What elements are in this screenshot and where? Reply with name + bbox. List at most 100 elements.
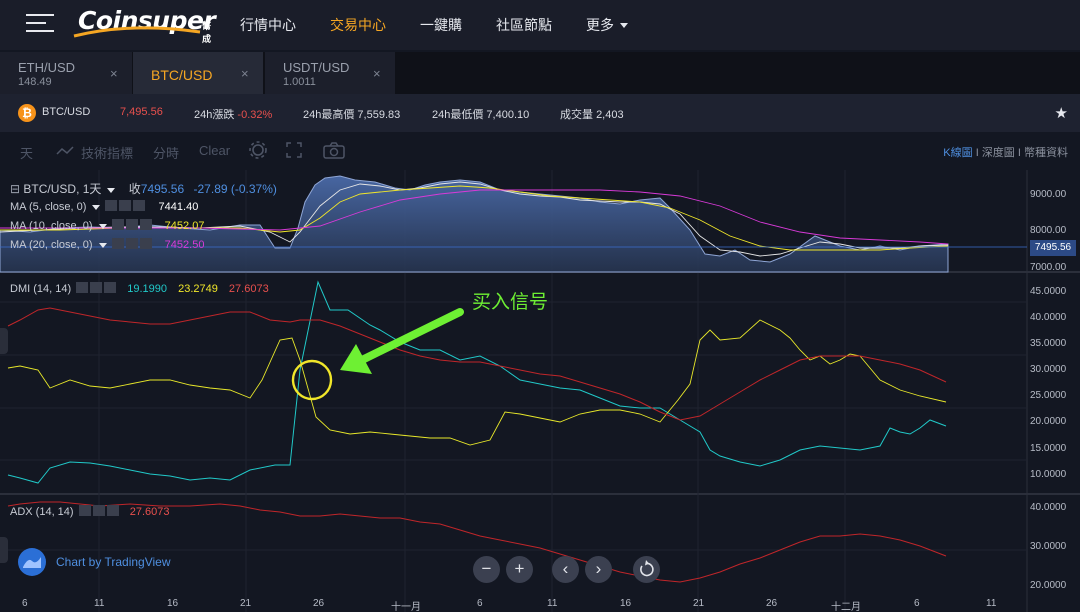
tab-name: BTC/USD	[151, 67, 213, 83]
close-value: 7495.56	[140, 182, 185, 196]
low-label: 24h最低價	[432, 109, 484, 121]
close-icon[interactable]	[133, 200, 146, 211]
eye-icon[interactable]	[76, 282, 89, 293]
eye-icon[interactable]	[111, 238, 124, 249]
tab-eth-usd[interactable]: ETH/USD 148.49 ×	[0, 52, 132, 94]
ticker-low: 24h最低價 7,400.10	[432, 106, 529, 122]
close-icon[interactable]: ×	[110, 66, 118, 81]
zoom-out-button[interactable]: −	[473, 556, 500, 583]
main-nav: 行情中心 交易中心 一鍵購 社區節點 更多	[240, 0, 662, 50]
last-price-tag: 7495.56	[1030, 240, 1076, 256]
interval-button[interactable]: 天	[20, 143, 33, 162]
left-panel-handle[interactable]	[0, 537, 8, 563]
collapse-icon[interactable]: ⊟	[10, 182, 20, 196]
dmi-adx-value: 27.6073	[228, 283, 269, 295]
dmi-minus-value: 23.2749	[178, 283, 218, 295]
scroll-left-button[interactable]: ‹	[552, 556, 579, 583]
time-tick: 16	[167, 598, 179, 609]
reset-button[interactable]	[633, 556, 660, 583]
close-icon[interactable]	[106, 505, 119, 516]
gear-icon[interactable]	[125, 238, 138, 249]
adx-legend[interactable]: ADX (14, 14) 27.6073	[10, 505, 169, 518]
time-tick: 11	[986, 598, 997, 609]
tab-btc-usd[interactable]: BTC/USD ×	[133, 52, 263, 94]
indicators-button[interactable]: 技術指標	[81, 143, 133, 162]
volume-label: 成交量	[560, 109, 593, 121]
adx-value: 27.6073	[129, 506, 170, 518]
ma20-legend[interactable]: MA (20, close, 0) 7452.50	[10, 238, 204, 251]
ma5-legend[interactable]: MA (5, close, 0) 7441.40	[10, 200, 198, 213]
price-tick: 9000.00	[1030, 189, 1067, 200]
dmi-tick: 25.0000	[1030, 390, 1067, 401]
dmi-tick: 35.0000	[1030, 338, 1067, 349]
app-root: Coinsuper 幣成 行情中心 交易中心 一鍵購 社區節點 更多 ETH/U…	[0, 0, 1080, 612]
depth-view-link[interactable]: 深度圖	[982, 147, 1015, 159]
chart-canvas[interactable]	[0, 170, 1080, 612]
view-separator: I	[1017, 147, 1021, 159]
star-icon[interactable]: ★	[1055, 104, 1068, 122]
close-icon[interactable]	[139, 219, 152, 230]
bitcoin-icon: ₿	[18, 104, 36, 122]
ma10-legend[interactable]: MA (10, close, 0) 7452.07	[10, 219, 204, 232]
low-value: 7,400.10	[486, 109, 530, 121]
dmi-adx-line	[7, 307, 947, 421]
dmi-minus-line	[7, 319, 947, 446]
tradingview-branding[interactable]: Chart by TradingView	[18, 548, 171, 576]
clear-button[interactable]: Clear	[199, 143, 230, 158]
menu-icon[interactable]	[26, 14, 54, 34]
gear-icon[interactable]	[90, 282, 103, 293]
eye-icon[interactable]	[105, 200, 118, 211]
close-icon[interactable]	[104, 282, 117, 293]
time-tick: 11	[94, 598, 105, 609]
volume-value: 2,403	[596, 109, 624, 121]
nav-market[interactable]: 行情中心	[240, 15, 296, 35]
kline-view-link[interactable]: K線圖	[943, 147, 972, 159]
nav-community[interactable]: 社區節點	[496, 15, 552, 35]
eye-icon[interactable]	[78, 505, 91, 516]
close-icon[interactable]: ×	[373, 66, 381, 81]
chevron-down-icon	[98, 224, 107, 229]
fullscreen-icon[interactable]	[286, 142, 302, 158]
gear-icon[interactable]	[92, 505, 105, 516]
change-label: 24h漲跌	[194, 109, 235, 121]
ticker-pair: BTC/USD	[42, 106, 91, 118]
tab-price: 1.0011	[283, 76, 316, 88]
timeline-button[interactable]: 分時	[153, 143, 179, 162]
pair-tabs: ETH/USD 148.49 × BTC/USD × USDT/USD 1.00…	[0, 52, 1080, 94]
scroll-right-button[interactable]: ›	[585, 556, 612, 583]
reset-icon	[640, 560, 654, 577]
camera-icon[interactable]	[323, 142, 345, 159]
tab-name: USDT/USD	[283, 60, 350, 75]
zoom-in-button[interactable]: +	[506, 556, 533, 583]
nav-more-label: 更多	[586, 17, 614, 33]
eye-icon[interactable]	[111, 219, 124, 230]
time-tick: 21	[693, 598, 705, 609]
dmi-label: DMI (14, 14)	[10, 283, 72, 295]
close-icon[interactable]	[139, 238, 152, 249]
logo[interactable]: Coinsuper 幣成	[73, 4, 218, 44]
left-panel-handle[interactable]	[0, 328, 8, 354]
tab-usdt-usd[interactable]: USDT/USD 1.0011 ×	[265, 52, 395, 94]
symbol-label[interactable]: BTC/USD, 1天	[23, 182, 101, 196]
gear-icon[interactable]	[125, 219, 138, 230]
nav-trade[interactable]: 交易中心	[330, 15, 386, 35]
ticker-price-value: 7,495.56	[120, 106, 163, 118]
gear-icon[interactable]	[249, 141, 267, 159]
chevron-down-icon	[620, 22, 628, 28]
ma20-label: MA (20, close, 0)	[10, 239, 93, 251]
time-tick: 26	[313, 598, 325, 609]
chevron-down-icon	[107, 188, 116, 193]
ma5-value: 7441.40	[158, 201, 199, 213]
info-view-link[interactable]: 幣種資料	[1024, 147, 1068, 159]
close-icon[interactable]: ×	[241, 66, 249, 81]
ticker-high: 24h最高價 7,559.83	[303, 106, 400, 122]
change-value: -0.32%	[237, 109, 273, 121]
nav-more[interactable]: 更多	[586, 15, 628, 35]
dmi-tick: 10.0000	[1030, 469, 1067, 480]
adx-tick: 40.0000	[1030, 502, 1067, 513]
ticker-volume: 成交量 2,403	[560, 106, 624, 122]
gear-icon[interactable]	[119, 200, 132, 211]
nav-quick-buy[interactable]: 一鍵購	[420, 15, 462, 35]
logo-swoosh-icon	[73, 26, 201, 38]
dmi-legend[interactable]: DMI (14, 14) 19.1990 23.2749 27.6073	[10, 282, 269, 295]
